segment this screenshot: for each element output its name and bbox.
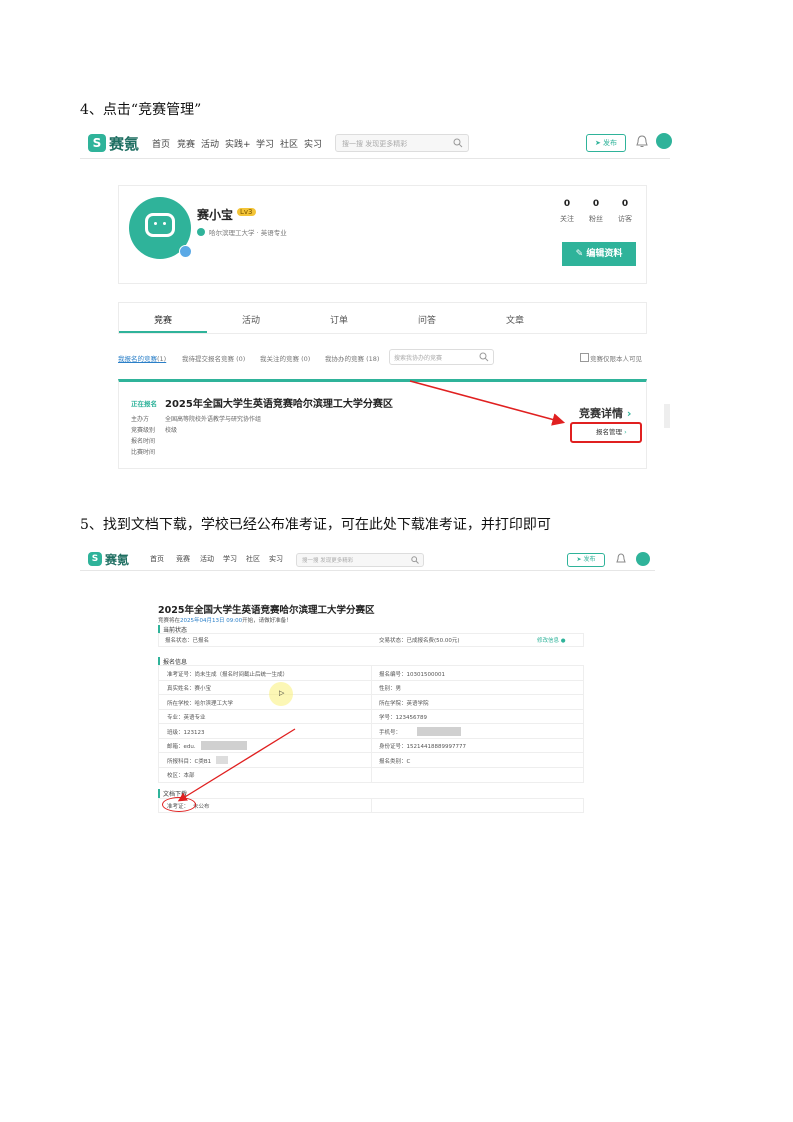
step-4-heading: 4、点击“竞赛管理” <box>80 102 202 118</box>
screenshot-profile-page: S 赛氪 首页 竞赛 活动 实践+ 学习 社区 实习 搜一搜 发现更多精彩 ➤ … <box>80 128 672 473</box>
screenshot-competition-detail: S 赛氪 首页 竞赛 活动 学习 社区 实习 搜一搜 发现更多精彩 ➤ 发布 2… <box>80 548 655 818</box>
step-5-heading: 5、找到文档下载，学校已经公布准考证，可在此处下载准考证，并打印即可 <box>80 517 551 533</box>
red-arrow-annotation <box>409 380 566 426</box>
red-arrow-annotation <box>177 728 296 802</box>
